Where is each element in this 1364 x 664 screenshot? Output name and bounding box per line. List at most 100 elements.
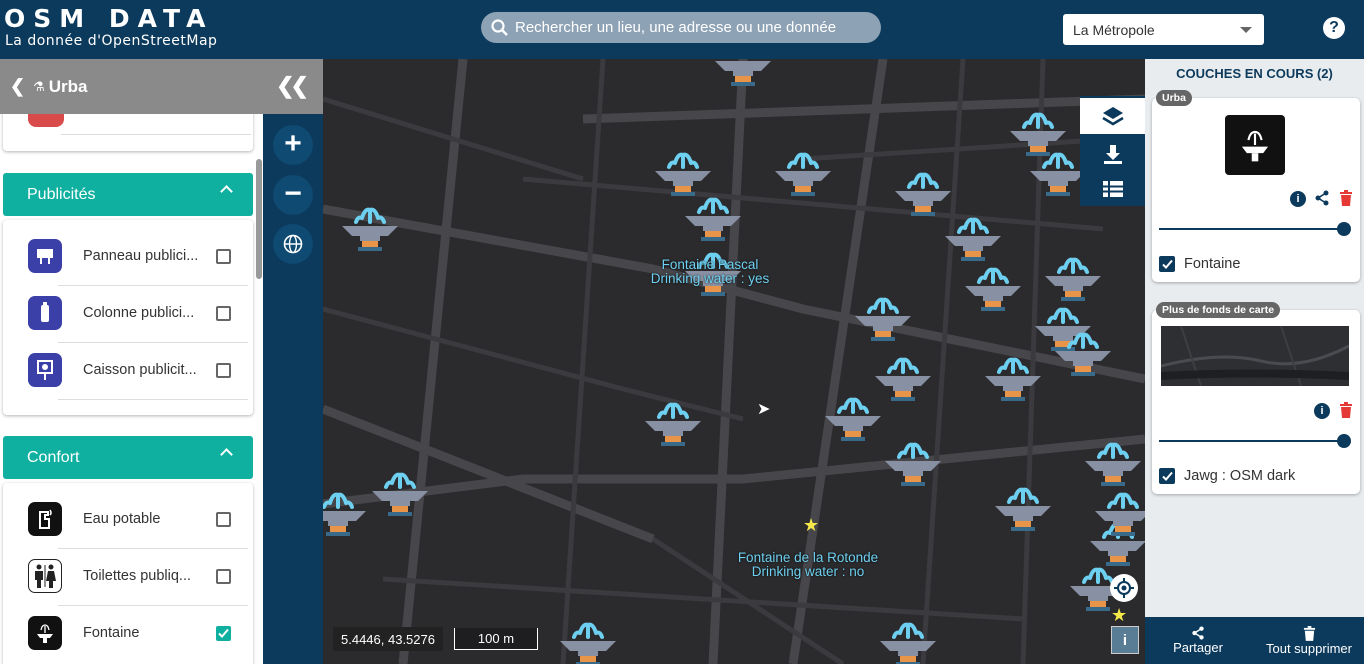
layer-card-basemap: Plus de fonds de carte i Jawg : OSM dark [1152,302,1360,494]
theme-panel: Publicités Panneau publici... Colonne pu… [0,59,263,664]
layer-toggle[interactable]: Jawg : OSM dark [1159,468,1295,484]
list-item[interactable]: Fontaine [28,613,248,653]
checkbox-checked[interactable] [1159,468,1175,484]
logo-title[interactable]: OSM DATA [4,6,213,32]
map-tools [1080,96,1145,206]
fountain-marker[interactable] [985,357,1041,401]
delete-all-button[interactable]: Tout supprimer [1263,617,1355,664]
globe-icon [283,234,303,254]
share-button[interactable]: Partager [1163,617,1233,664]
item-checkbox[interactable] [216,363,231,378]
drinking-water-icon [28,502,62,536]
fountain-marker[interactable] [965,267,1021,311]
urba-icon: ⚗ [33,78,45,94]
fountain-marker[interactable] [775,152,831,196]
map-label-name: Fontaine Pascal [661,257,759,272]
layer-tag: Plus de fonds de carte [1156,302,1281,318]
fountain-marker[interactable] [995,487,1051,531]
checkbox-checked[interactable] [1159,256,1175,272]
back-icon[interactable]: ❮ [10,76,25,97]
item-checkbox[interactable] [216,306,231,321]
chevron-down-icon [1240,27,1252,33]
panel-scrollbar[interactable] [256,159,262,279]
map-info-button[interactable]: i [1111,626,1139,654]
region-select[interactable]: La Métropole [1063,14,1264,45]
info-icon[interactable]: i [1314,403,1330,419]
layers-icon [1101,107,1124,126]
globe-button[interactable] [273,224,313,264]
chevron-up-icon [220,185,233,198]
item-checkbox[interactable] [216,512,231,527]
layer-label: Jawg : OSM dark [1184,468,1296,484]
map-view[interactable]: Fontaine Pascal Drinking water : yes Fon… [323,59,1145,664]
download-button[interactable] [1080,136,1145,172]
slider-knob[interactable] [1337,434,1351,448]
fountain-marker[interactable] [715,59,771,86]
scale-bar: 100 m [454,628,538,650]
fountain-marker[interactable] [1095,492,1145,536]
fountain-marker[interactable] [885,442,941,486]
zoom-in-button[interactable]: + [273,125,313,165]
list-item[interactable]: Colonne publici... [28,293,248,333]
list-item[interactable]: Toilettes publiq... [28,556,248,596]
fountain-marker[interactable] [685,197,741,241]
zoom-out-button[interactable]: − [273,175,313,215]
search-icon [491,18,508,36]
opacity-slider[interactable] [1159,434,1351,448]
help-button[interactable]: ? [1323,17,1345,39]
category-header-publicites[interactable]: Publicités [3,173,253,216]
layer-tag: Urba [1156,90,1192,106]
fountain-marker[interactable] [560,622,616,664]
fountain-marker[interactable] [945,217,1001,261]
item-checkbox[interactable] [216,569,231,584]
fountain-marker[interactable] [1010,112,1066,156]
fountain-marker[interactable] [880,622,936,664]
trash-icon[interactable] [1339,190,1353,211]
fountain-marker[interactable] [1085,442,1141,486]
locate-button[interactable] [1110,574,1138,602]
billboard-icon [28,239,62,273]
map-label-fountain-pascal[interactable]: Fontaine Pascal Drinking water : yes [645,258,775,286]
fountain-marker[interactable] [342,207,398,251]
list-item[interactable]: Eau potable [28,499,248,539]
search-placeholder: Rechercher un lieu, une adresse ou une d… [515,19,837,36]
download-icon [1103,145,1122,164]
trash-icon[interactable] [1339,402,1353,423]
layers-panel: COUCHES EN COURS (2) Urba i Fontaine Plu… [1145,59,1364,664]
slider-knob[interactable] [1337,222,1351,236]
map-label-detail: Drinking water : yes [650,271,770,286]
map-label-name: Fontaine de la Rotonde [737,550,879,565]
layer-toggle[interactable]: Fontaine [1159,256,1240,272]
layers-button[interactable] [1080,98,1145,134]
fountain-marker[interactable] [645,402,701,446]
list-item[interactable]: Panneau publici... [28,236,248,276]
fountain-marker[interactable] [655,152,711,196]
star-icon[interactable]: ★ [803,515,819,536]
search-input[interactable]: Rechercher un lieu, une adresse ou une d… [481,12,881,43]
item-checkbox[interactable] [216,249,231,264]
advertising-box-icon [28,353,62,387]
fountain-marker[interactable] [825,397,881,441]
info-icon[interactable]: i [1290,191,1306,207]
collapse-panel-icon[interactable]: ❮❮ [276,73,309,99]
category-header-confort[interactable]: Confort [3,436,253,479]
share-icon[interactable] [1314,190,1330,211]
list-item[interactable]: Caisson publicit... [28,350,248,390]
item-label: Fontaine [83,625,140,641]
fountain-marker[interactable] [323,492,366,536]
fountain-marker[interactable] [372,472,428,516]
table-button[interactable] [1080,171,1145,207]
item-checkbox-checked[interactable] [216,626,231,641]
star-icon[interactable]: ★ [1111,605,1127,626]
opacity-slider[interactable] [1159,222,1351,236]
panel-title: Urba [48,76,88,96]
fountain-marker[interactable] [875,357,931,401]
fountain-marker[interactable] [855,297,911,341]
fountain-marker[interactable] [895,172,951,216]
divider [58,605,248,606]
map-label-fountain-rotonde[interactable]: Fontaine de la Rotonde Drinking water : … [723,551,893,579]
fountain-marker[interactable] [1030,152,1086,196]
advertising-column-icon [28,296,62,330]
fountain-marker[interactable] [1045,257,1101,301]
share-icon [1192,626,1204,640]
